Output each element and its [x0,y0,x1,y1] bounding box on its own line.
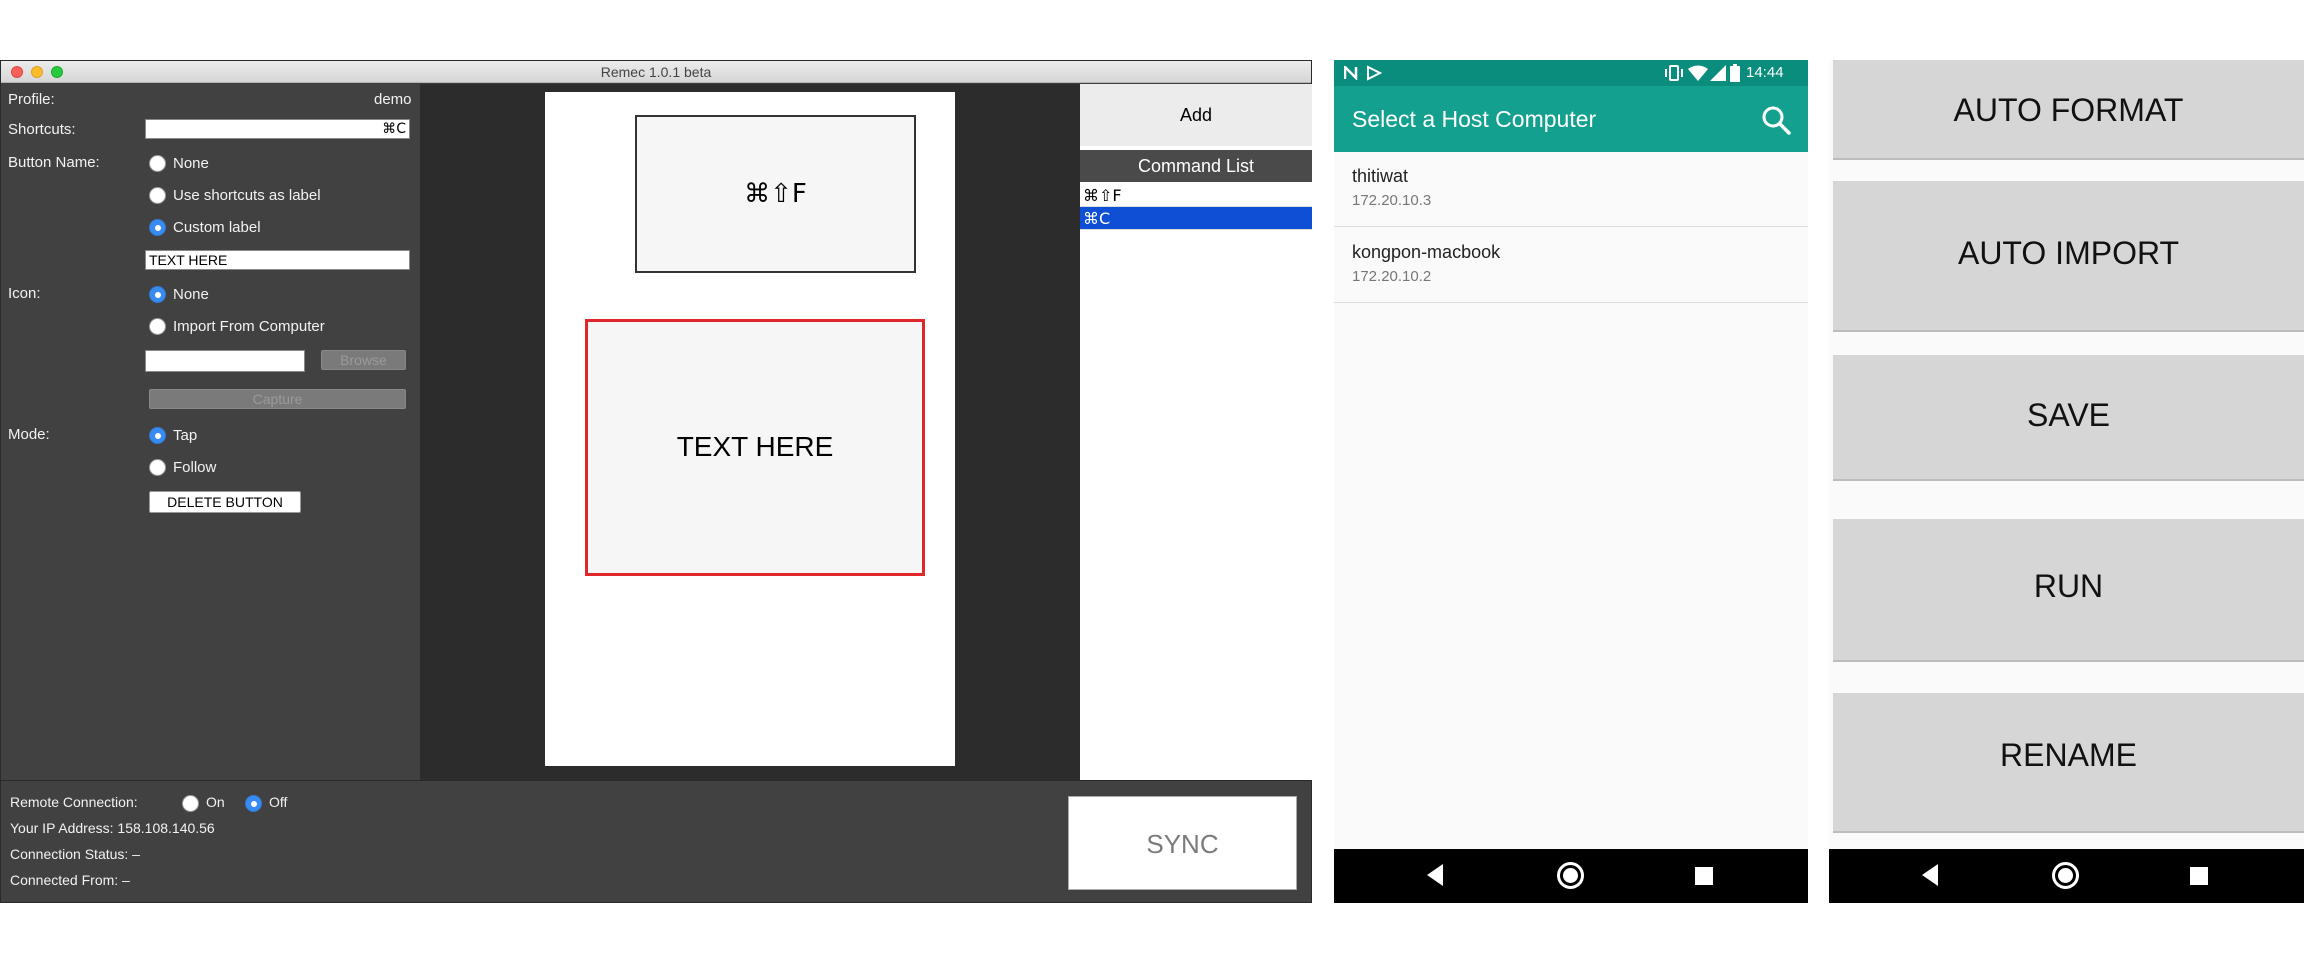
search-icon[interactable] [1760,104,1792,136]
button-settings-panel: Profile: demo Shortcuts: ⌘C Button Name:… [1,84,420,780]
status-time: 14:44 [1746,64,1784,81]
mode-label: Mode: [8,426,50,443]
recent-apps-icon[interactable] [1695,867,1713,885]
host-name: kongpon-macbook [1352,242,1501,262]
host-list-item[interactable]: kongpon-macbook 172.20.10.2 [1334,228,1808,303]
command-list-header: Command List [1080,150,1312,182]
navigation-bar [1334,849,1808,903]
recent-apps-icon[interactable] [2190,867,2208,885]
save-button[interactable]: SAVE [1833,355,2304,481]
mode-tap-label: Tap [173,427,198,444]
app-bar-title: Select a Host Computer [1352,106,1597,132]
shortcuts-input[interactable]: ⌘C [145,119,410,139]
status-bar: 14:44 [1334,60,1808,86]
use-shortcuts-radio[interactable] [149,187,166,204]
use-shortcuts-label: Use shortcuts as label [173,187,321,204]
android-host-select-screen: 14:44 Select a Host Computer thitiwat 17… [1334,60,1808,903]
icon-none-radio[interactable] [149,286,166,303]
app-bar: Select a Host Computer [1334,86,1808,152]
mode-tap-radio[interactable] [149,427,166,444]
remote-off-label: Off [269,794,288,810]
signal-icon [1710,65,1726,81]
connection-panel: Remote Connection: On Off Your IP Addres… [1,780,1311,902]
add-button[interactable]: Add [1080,84,1312,146]
import-from-computer-label: Import From Computer [173,318,325,335]
android-remote-screen: AUTO FORMAT AUTO IMPORT SAVE RUN RENAME [1829,60,2304,903]
button-name-label: Button Name: [8,154,100,171]
mode-follow-label: Follow [173,459,217,476]
navigation-bar [1829,849,2304,903]
command-list-item[interactable]: ⌘⇧F [1080,184,1312,207]
capture-button[interactable]: Capture [149,389,406,409]
browse-button[interactable]: Browse [321,350,406,370]
preview-button-selected[interactable]: TEXT HERE [585,319,925,576]
mode-follow-radio[interactable] [149,459,166,476]
ip-address-text: Your IP Address: 158.108.140.56 [10,820,215,836]
home-icon[interactable] [2052,862,2079,889]
remote-off-radio[interactable] [245,795,262,812]
sync-button[interactable]: SYNC [1068,796,1297,890]
mac-app-window: Remec 1.0.1 beta Profile: demo Shortcuts… [0,60,1312,903]
phone-layout-preview: ⌘⇧F TEXT HERE [545,92,955,766]
profile-label: Profile: [8,91,55,108]
window-title: Remec 1.0.1 beta [600,64,712,80]
preview-button-shortcut[interactable]: ⌘⇧F [635,115,916,273]
back-icon[interactable] [1427,864,1443,886]
icon-none-label: None [173,286,209,303]
window-titlebar: Remec 1.0.1 beta [1,61,1311,83]
connection-status-text: Connection Status: – [10,846,140,862]
custom-label-radio[interactable] [149,219,166,236]
layout-canvas: ⌘⇧F TEXT HERE [420,84,1080,780]
command-list-item-selected[interactable]: ⌘C [1080,207,1312,230]
notification-play-icon [1367,65,1382,81]
connected-from-text: Connected From: – [10,872,130,888]
vibrate-icon [1665,65,1683,81]
host-ip: 172.20.10.2 [1352,268,1432,285]
wifi-icon [1688,65,1708,81]
notification-n-icon [1344,66,1358,80]
rename-button[interactable]: RENAME [1833,693,2304,833]
remote-on-label: On [206,794,225,810]
auto-import-button[interactable]: AUTO IMPORT [1833,181,2304,332]
host-ip: 172.20.10.3 [1352,192,1432,209]
battery-icon [1730,64,1740,82]
shortcuts-label: Shortcuts: [8,121,76,138]
icon-label: Icon: [8,285,41,302]
host-list-item[interactable]: thitiwat 172.20.10.3 [1334,152,1808,227]
command-panel: Add Command List ⌘⇧F ⌘C [1080,84,1312,780]
remote-on-radio[interactable] [182,795,199,812]
button-name-none-radio[interactable] [149,155,166,172]
delete-button[interactable]: DELETE BUTTON [149,491,301,513]
back-icon[interactable] [1922,864,1938,886]
remote-connection-label: Remote Connection: [10,794,138,810]
host-name: thitiwat [1352,166,1409,186]
run-button[interactable]: RUN [1833,519,2304,662]
custom-label-input[interactable]: TEXT HERE [145,250,410,270]
profile-value: demo [374,91,412,108]
home-icon[interactable] [1557,862,1584,889]
button-name-none-label: None [173,155,209,172]
auto-format-button[interactable]: AUTO FORMAT [1833,60,2304,160]
import-from-computer-radio[interactable] [149,318,166,335]
custom-label-label: Custom label [173,219,261,236]
icon-path-input[interactable] [145,350,305,372]
